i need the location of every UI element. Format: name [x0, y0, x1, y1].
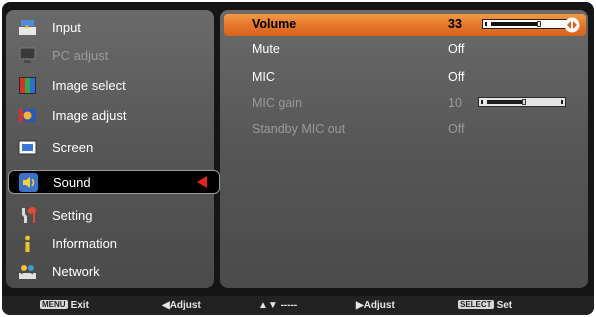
setting-icon — [22, 206, 37, 223]
mic-label: MIC — [252, 70, 275, 84]
standby-mic-out-row: Standby MIC out Off — [220, 118, 588, 142]
menu-label-image-select: Image select — [52, 78, 126, 93]
menu-key-icon: MENU — [40, 300, 68, 309]
image-adjust-icon — [19, 109, 36, 122]
slider-min-tick — [481, 100, 483, 104]
mic-row[interactable]: MIC Off — [220, 66, 588, 90]
main-menu-panel: Input PC adjust Image select Image adjus… — [6, 10, 220, 288]
adjust-left-label: Adjust — [169, 300, 201, 311]
volume-value: 33 — [448, 17, 462, 31]
menu-item-network[interactable]: Network — [6, 258, 214, 286]
menu-label-network: Network — [52, 264, 100, 279]
updown-hint: ▲▼ ----- — [258, 300, 297, 311]
network-icon — [19, 265, 36, 279]
menu-item-input[interactable]: Input — [6, 14, 214, 42]
information-icon — [25, 235, 30, 252]
pc-adjust-icon — [19, 47, 36, 63]
adjust-right-hint: ▶Adjust — [356, 300, 395, 311]
menu-item-pc-adjust[interactable]: PC adjust — [6, 42, 214, 70]
volume-slider[interactable] — [482, 19, 570, 29]
exit-label: Exit — [70, 300, 89, 311]
menu-label-screen: Screen — [52, 140, 94, 155]
mute-row[interactable]: Mute Off — [220, 38, 588, 62]
selected-arrow-icon — [197, 176, 207, 188]
standby-mic-out-label: Standby MIC out — [252, 122, 346, 136]
menu-item-information[interactable]: Information — [6, 230, 214, 258]
menu-item-screen[interactable]: Screen — [6, 134, 214, 162]
menu-label-information: Information — [52, 236, 118, 251]
up-down-icon: ▲▼ — [258, 300, 278, 311]
image-select-icon — [19, 77, 36, 94]
sound-icon — [19, 173, 38, 192]
menu-label-input: Input — [52, 20, 81, 35]
slider-min-tick — [485, 22, 487, 26]
menu-item-setting[interactable]: Setting — [6, 202, 214, 230]
sound-settings-panel: Volume 33 Mute Off MIC Off MIC gain 10 S… — [220, 10, 588, 288]
slider-fill — [487, 100, 522, 104]
updown-label: ----- — [280, 300, 298, 311]
mute-value: Off — [448, 42, 465, 56]
set-hint: SELECT Set — [458, 300, 512, 311]
standby-mic-out-value: Off — [448, 122, 465, 136]
slider-knob[interactable] — [537, 21, 541, 27]
adjust-right-label: Adjust — [363, 300, 395, 311]
menu-label-pc-adjust: PC adjust — [52, 48, 109, 63]
mic-gain-label: MIC gain — [252, 96, 303, 110]
menu-label-sound: Sound — [53, 175, 91, 190]
menu-label-image-adjust: Image adjust — [52, 108, 127, 123]
exit-hint: MENU Exit — [40, 300, 89, 311]
menu-label-setting: Setting — [52, 208, 93, 223]
volume-row[interactable]: Volume 33 — [224, 14, 586, 36]
right-triangle-icon: ▶ — [356, 300, 364, 311]
projector-osd: Input PC adjust Image select Image adjus… — [2, 2, 594, 315]
menu-item-sound[interactable]: Sound — [8, 170, 220, 194]
left-right-adjust-icon — [564, 17, 580, 33]
mute-label: Mute — [252, 42, 280, 56]
slider-fill — [491, 22, 537, 26]
mic-value: Off — [448, 70, 465, 84]
volume-label: Volume — [252, 17, 297, 31]
slider-knob — [522, 99, 526, 105]
left-triangle-icon: ◀ — [162, 300, 170, 311]
mic-gain-slider — [478, 97, 566, 107]
input-icon — [19, 20, 36, 35]
select-key-icon: SELECT — [458, 300, 494, 309]
mic-gain-row: MIC gain 10 — [220, 92, 588, 116]
screen-icon — [18, 140, 37, 155]
mic-gain-value: 10 — [448, 96, 462, 110]
slider-max-tick — [561, 100, 563, 104]
menu-item-image-adjust[interactable]: Image adjust — [6, 102, 214, 130]
set-label: Set — [496, 300, 513, 311]
adjust-left-hint: ◀Adjust — [162, 300, 201, 311]
key-guide-bar: MENU Exit ◀Adjust ▲▼ ----- ▶Adjust SELECT… — [2, 296, 594, 315]
menu-item-image-select[interactable]: Image select — [6, 72, 214, 100]
